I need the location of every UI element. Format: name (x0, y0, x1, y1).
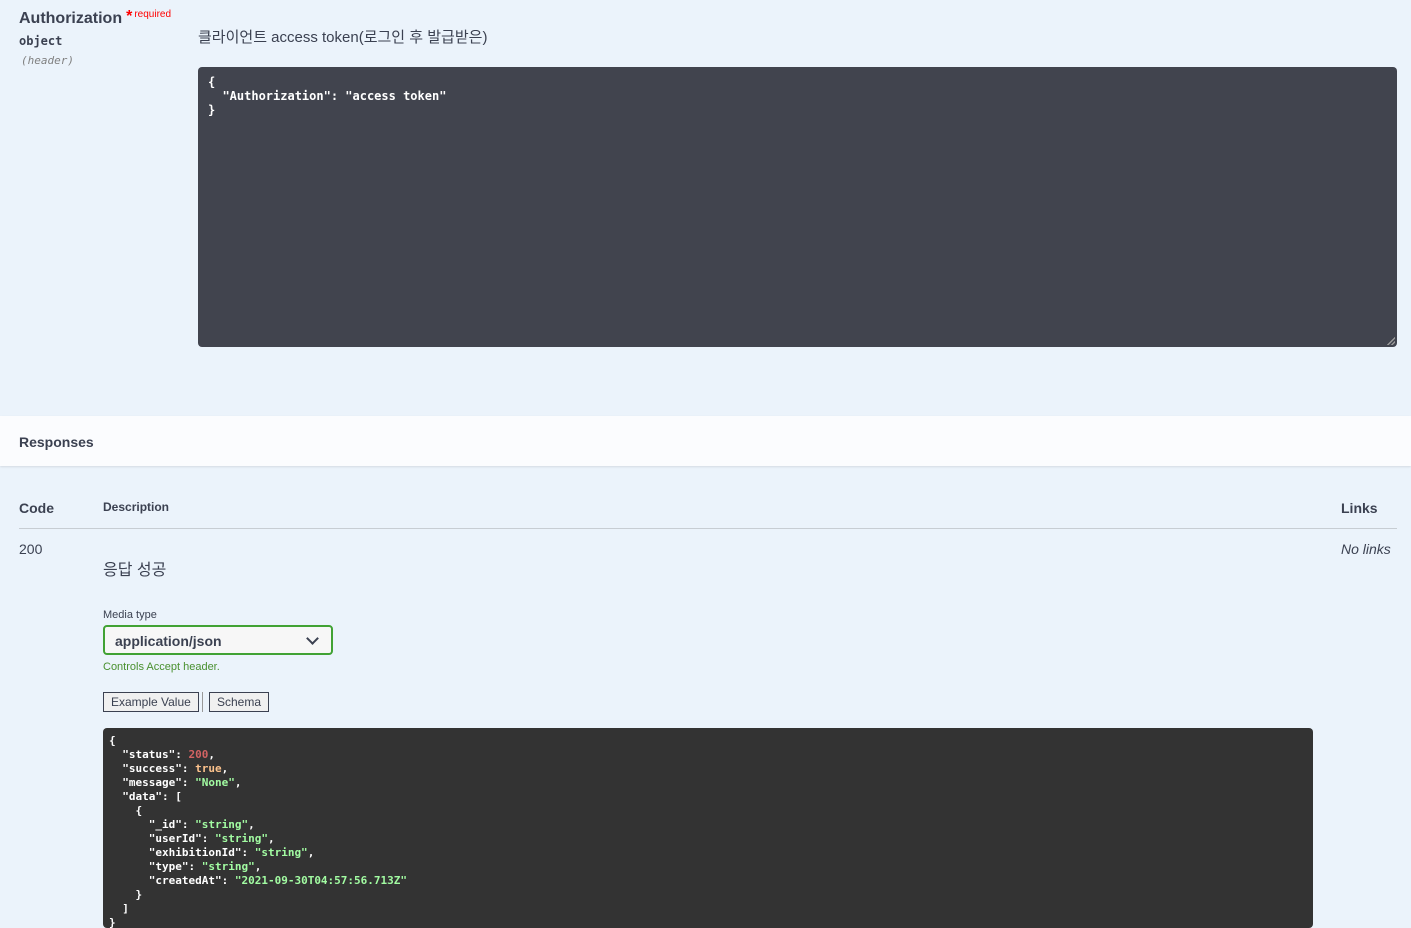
chevron-down-icon (306, 632, 319, 645)
json-status-value: 200 (188, 748, 209, 761)
response-links: No links (1341, 541, 1391, 557)
parameter-location: (header) (21, 54, 74, 67)
example-value-code: { "status": 200, "success": true, "messa… (103, 728, 1313, 928)
column-header-links: Links (1341, 500, 1378, 516)
json-createdat-value: "2021-09-30T04:57:56.713Z" (234, 874, 408, 887)
json-exhibitionid-value: "string" (254, 846, 308, 859)
json-success-value: true (195, 762, 222, 775)
textarea-line: } (208, 103, 216, 117)
parameter-name-label: Authorization (19, 10, 123, 27)
responses-title: Responses (19, 434, 94, 450)
textarea-line: "Authorization": "access token" (208, 89, 447, 103)
parameter-row: Authorization * required object (header) 클… (0, 0, 1411, 415)
responses-header: Responses (0, 416, 1411, 466)
tab-schema[interactable]: Schema (209, 692, 270, 712)
column-header-code: Code (19, 500, 54, 516)
json-message-value: "None" (195, 776, 235, 789)
media-type-label: Media type (103, 609, 157, 621)
json-id-value: "string" (195, 818, 249, 831)
media-type-note: Controls Accept header. (103, 661, 220, 673)
tab-divider (202, 692, 203, 712)
textarea-line: { (208, 75, 216, 89)
response-code: 200 (19, 541, 43, 557)
json-type-value: "string" (201, 860, 255, 873)
media-type-value: application/json (115, 633, 222, 649)
parameter-value-textarea[interactable]: { "Authorization": "access token" } (198, 67, 1397, 347)
resize-handle[interactable] (1387, 337, 1395, 345)
parameter-name: Authorization * required (19, 8, 172, 28)
media-type-select[interactable]: application/json (103, 625, 333, 655)
tab-example-value[interactable]: Example Value (103, 692, 199, 712)
json-userid-value: "string" (214, 832, 268, 845)
required-label: required (134, 9, 172, 20)
parameter-type: object (19, 34, 63, 48)
parameter-description: 클라이언트 access token(로그인 후 발급받은) (198, 29, 488, 46)
required-star: * (126, 8, 133, 25)
response-description: 응답 성공 (103, 562, 167, 579)
table-divider (19, 528, 1397, 529)
column-header-description: Description (103, 500, 170, 514)
